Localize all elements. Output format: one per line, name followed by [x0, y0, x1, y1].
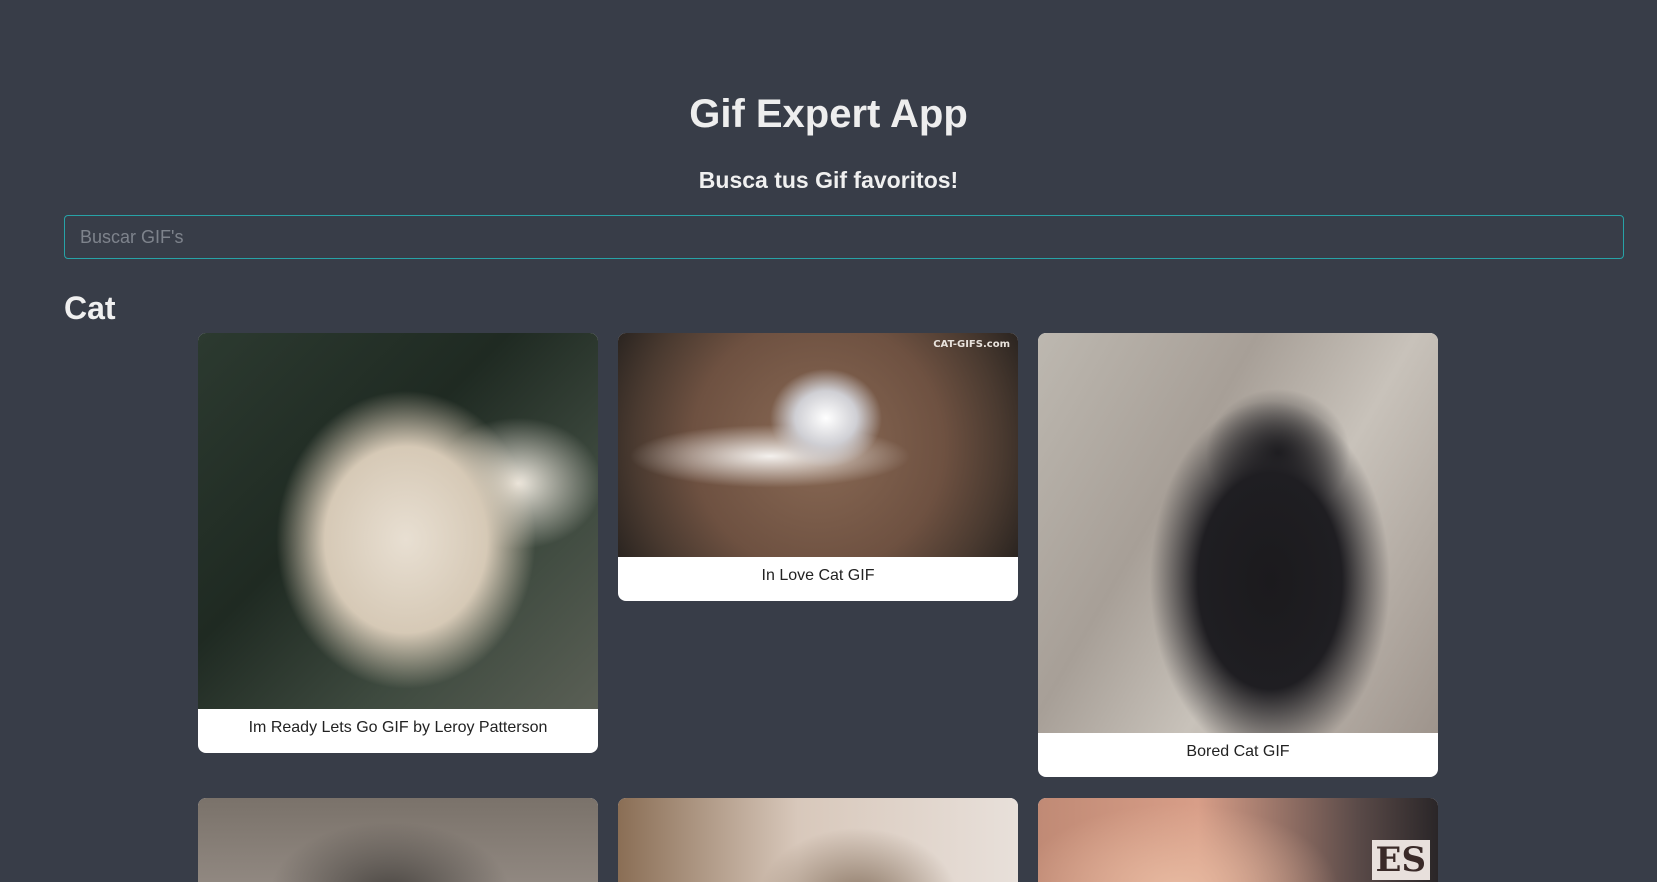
gif-image: CAT-GIFS.com — [618, 333, 1018, 557]
app-title: Gif Expert App — [689, 92, 968, 136]
gif-card[interactable]: Im Ready Lets Go GIF by Leroy Patterson — [198, 333, 598, 753]
gif-card[interactable]: CAT-GIFS.com In Love Cat GIF — [618, 333, 1018, 601]
gif-title: Bored Cat GIF — [1186, 743, 1290, 760]
app-subtitle: Busca tus Gif favoritos! — [698, 167, 959, 193]
gif-image — [1038, 333, 1438, 733]
gif-image — [198, 333, 598, 709]
gif-title: In Love Cat GIF — [761, 567, 875, 584]
gif-image: ES — [1038, 798, 1438, 882]
category-title: Cat — [64, 290, 116, 326]
gif-card[interactable] — [618, 798, 1018, 882]
gif-watermark: CAT-GIFS.com — [933, 339, 1010, 350]
gif-card[interactable]: Bored Cat GIF — [1038, 333, 1438, 777]
gif-title: Im Ready Lets Go GIF by Leroy Patterson — [248, 719, 548, 736]
gif-card[interactable] — [198, 798, 598, 882]
search-input[interactable] — [64, 215, 1624, 259]
gif-image — [618, 798, 1018, 882]
gif-card[interactable]: ES — [1038, 798, 1438, 882]
gif-image-text: ES — [1371, 840, 1430, 880]
gif-image — [198, 798, 598, 882]
